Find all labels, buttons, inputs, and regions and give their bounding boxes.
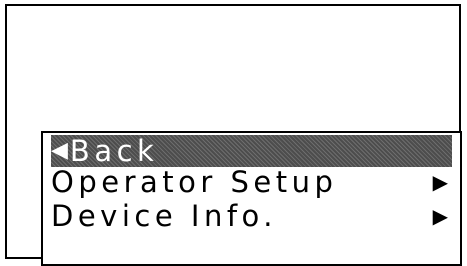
menu-item-back[interactable]: ◀Back <box>51 135 452 167</box>
menu-item-operator-setup[interactable]: Operator Setup ▶ <box>51 166 452 198</box>
menu-item-label: Device Info. <box>51 199 277 233</box>
menu-list: ◀Back Operator Setup ▶ Device Info. ▶ <box>41 131 462 266</box>
menu-item-label: Back <box>69 134 159 168</box>
menu-item-label: Operator Setup <box>51 165 338 199</box>
submenu-arrow-icon: ▶ <box>432 204 448 228</box>
submenu-arrow-icon: ▶ <box>432 170 448 194</box>
back-arrow-icon: ◀ <box>51 138 68 163</box>
lcd-screen: ◀Back Operator Setup ▶ Device Info. ▶ <box>5 4 462 266</box>
menu-item-device-info[interactable]: Device Info. ▶ <box>51 200 452 232</box>
